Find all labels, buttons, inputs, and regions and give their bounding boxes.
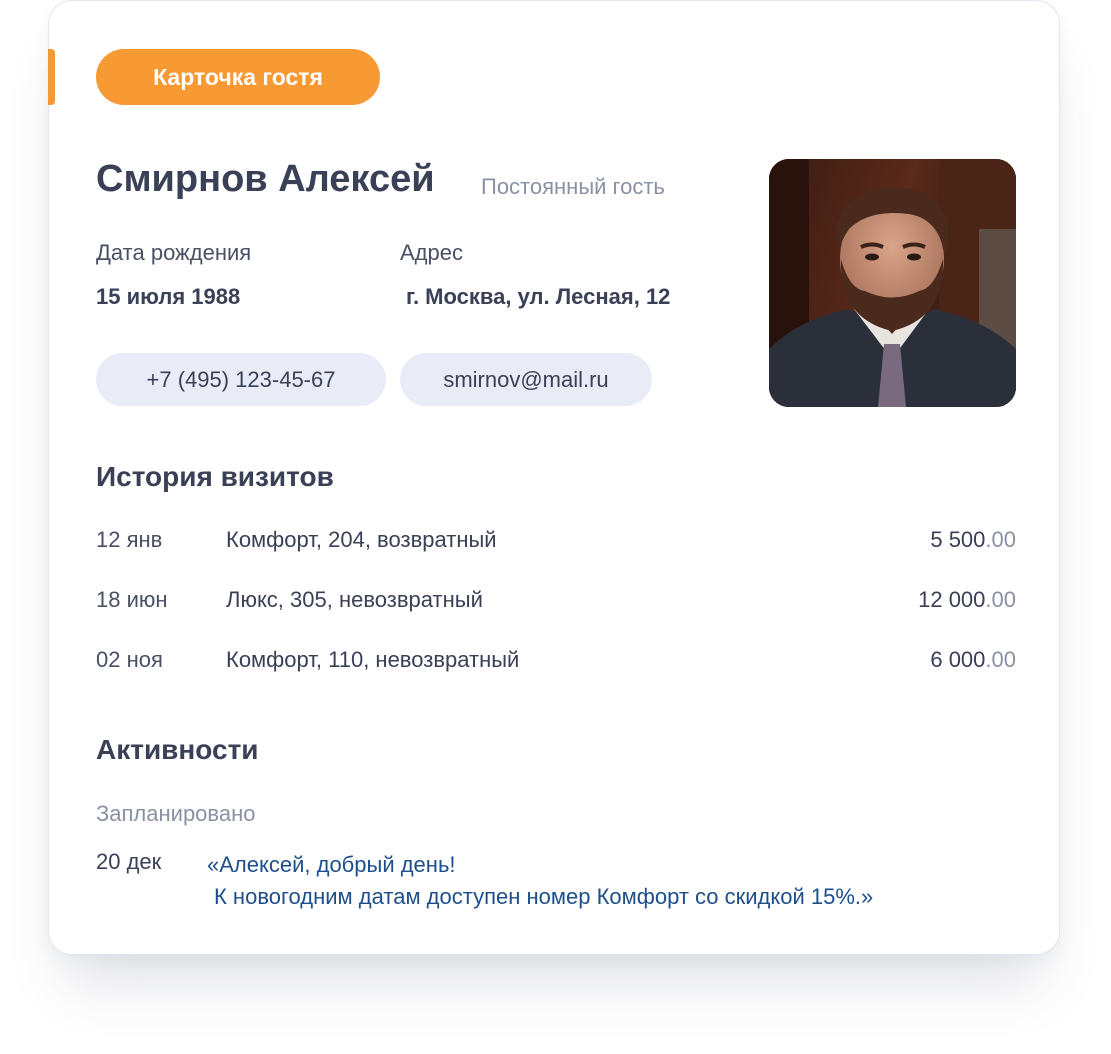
visit-date: 02 ноя xyxy=(96,647,163,672)
visit-amount: 12 000.00 xyxy=(918,587,1016,613)
amount-main: 12 000 xyxy=(918,587,986,612)
address-label: Адрес xyxy=(400,240,463,265)
guest-card: Карточка гостя Смирнов Алексей Постоянны… xyxy=(48,0,1060,955)
guest-card-badge: Карточка гостя xyxy=(96,49,380,105)
activity-date: 20 дек xyxy=(96,849,162,874)
guest-photo xyxy=(769,159,1016,407)
activity-message-line1: «Алексей, добрый день! xyxy=(207,852,456,877)
birth-date-value: 15 июля 1988 xyxy=(96,284,241,309)
visit-description: Комфорт, 110, невозвратный xyxy=(226,647,520,672)
visit-description: Люкс, 305, невозвратный xyxy=(226,587,483,612)
phone-chip[interactable]: +7 (495) 123-45-67 xyxy=(96,353,386,406)
visit-row: 12 янв Комфорт, 204, возвратный 5 500.00 xyxy=(96,527,1016,559)
amount-cents: .00 xyxy=(985,647,1016,672)
activity-message-line2: К новогодним датам доступен номер Комфор… xyxy=(214,884,874,909)
visit-description: Комфорт, 204, возвратный xyxy=(226,527,497,552)
visit-row: 18 июн Люкс, 305, невозвратный 12 000.00 xyxy=(96,587,1016,619)
activity-message: «Алексей, добрый день! К новогодним дата… xyxy=(207,849,873,913)
email-chip[interactable]: smirnov@mail.ru xyxy=(400,353,652,406)
amount-main: 6 000 xyxy=(930,647,986,672)
planned-label: Запланировано xyxy=(96,801,256,826)
amount-cents: .00 xyxy=(985,527,1016,552)
visit-row: 02 ноя Комфорт, 110, невозвратный 6 000.… xyxy=(96,647,1016,679)
visit-date: 18 июн xyxy=(96,587,168,612)
visit-amount: 6 000.00 xyxy=(930,647,1016,673)
amount-main: 5 500 xyxy=(930,527,986,552)
activities-title: Активности xyxy=(96,734,259,765)
accent-bar xyxy=(48,49,55,105)
amount-cents: .00 xyxy=(985,587,1016,612)
visit-history-title: История визитов xyxy=(96,461,334,492)
birth-date-label: Дата рождения xyxy=(96,240,252,265)
visit-amount: 5 500.00 xyxy=(930,527,1016,553)
address-value: г. Москва, ул. Лесная, 12 xyxy=(406,284,671,309)
guest-name: Смирнов Алексей xyxy=(96,158,435,200)
visit-date: 12 янв xyxy=(96,527,163,552)
guest-status: Постоянный гость xyxy=(481,174,665,199)
